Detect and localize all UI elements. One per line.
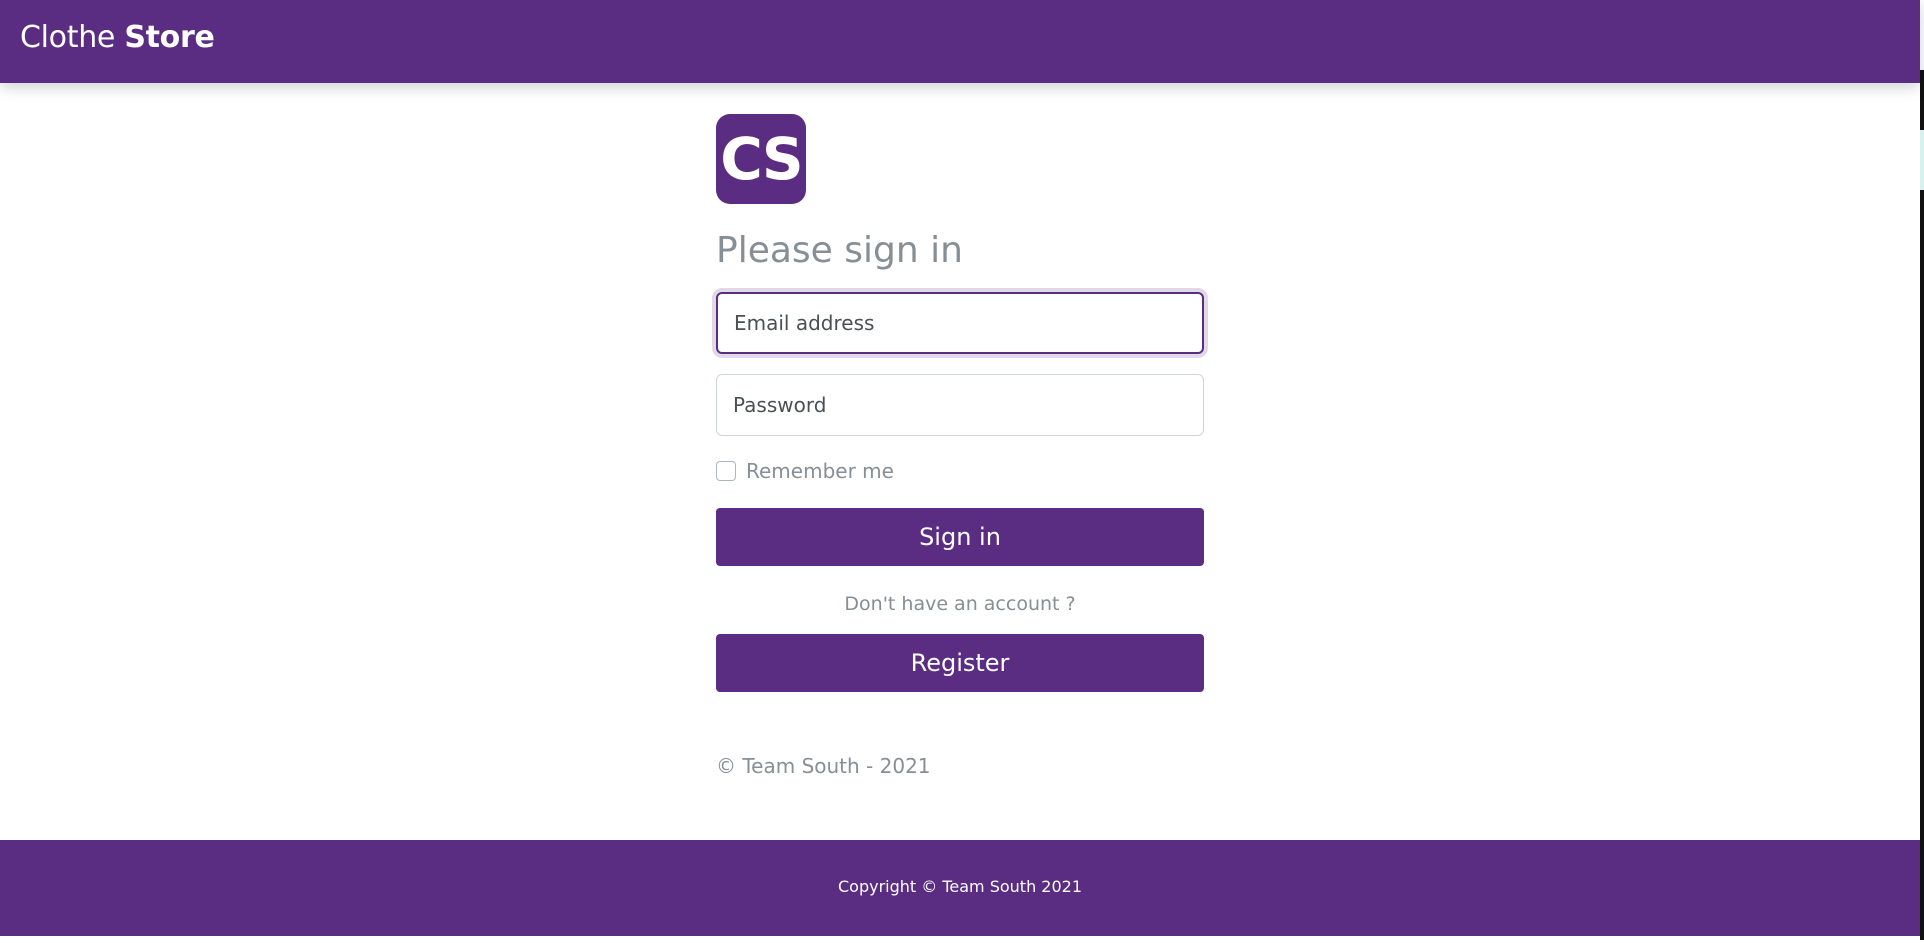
remember-me-row: Remember me — [716, 458, 1204, 484]
signin-form: CS Please sign in Remember me Sign in Do… — [716, 114, 1204, 778]
window-edge — [1920, 70, 1924, 940]
logo-icon: CS — [716, 114, 806, 204]
page-title: Please sign in — [716, 230, 963, 271]
email-input[interactable] — [716, 292, 1204, 354]
footer-copyright: Copyright © Team South 2021 — [837, 877, 1083, 896]
brand-link[interactable]: Clothe Store — [20, 18, 215, 58]
navbar: Clothe Store — [0, 0, 1920, 83]
signin-button[interactable]: Sign in — [716, 508, 1204, 566]
register-button[interactable]: Register — [716, 634, 1204, 692]
brand-bold-text: Store — [124, 20, 215, 55]
brand-light-text: Clothe — [20, 20, 116, 55]
window-edge-highlight — [1920, 130, 1924, 190]
footer: Copyright © Team South 2021 — [0, 840, 1920, 936]
signin-copyright: © Team South - 2021 — [716, 754, 931, 778]
remember-me-label[interactable]: Remember me — [746, 459, 894, 483]
password-input[interactable] — [716, 374, 1204, 436]
no-account-text: Don't have an account ? — [844, 593, 1076, 615]
page: Clothe Store CS Please sign in Remember … — [0, 0, 1924, 943]
remember-me-checkbox[interactable] — [716, 461, 736, 481]
